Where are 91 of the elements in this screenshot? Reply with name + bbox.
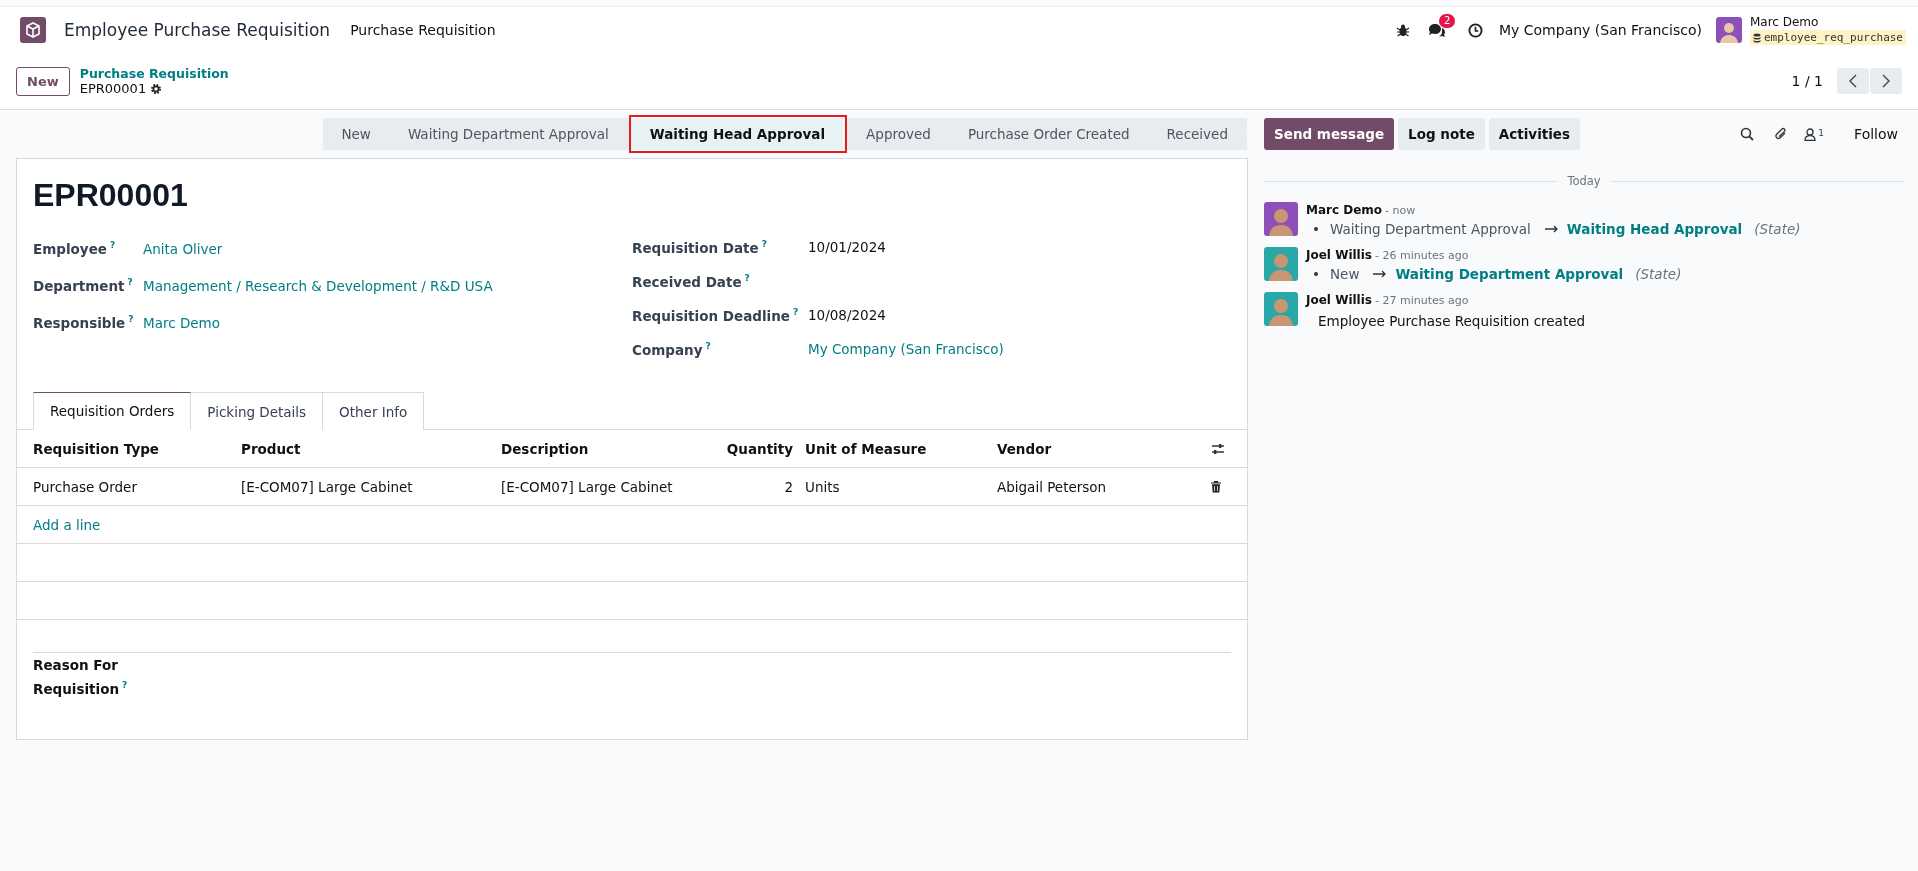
- app-name[interactable]: Employee Purchase Requisition: [64, 20, 331, 40]
- tracked-field: (State): [1754, 221, 1801, 237]
- record-title: EPR00001: [33, 177, 189, 214]
- tracked-field: (State): [1635, 266, 1682, 282]
- gear-icon[interactable]: [150, 82, 163, 95]
- pager-value: 1 / 1: [1791, 73, 1823, 89]
- right-arrow-icon: [1373, 270, 1388, 278]
- field-label: Requisition Deadline: [632, 307, 790, 324]
- help-tooltip[interactable]: ?: [109, 240, 116, 251]
- new-value: Waiting Head Approval: [1566, 221, 1743, 237]
- chevron-right-icon: [1882, 74, 1890, 88]
- field-label: Received Date: [632, 273, 742, 290]
- column-header[interactable]: Unit of Measure: [799, 430, 991, 468]
- record-name: EPR00001: [79, 81, 147, 96]
- user-name[interactable]: Marc Demo: [1749, 15, 1906, 30]
- bullet-icon: [1314, 272, 1318, 276]
- field-label: Requisition Date: [632, 239, 759, 256]
- person-avatar-icon: [1264, 202, 1298, 236]
- trash-icon[interactable]: [1211, 480, 1221, 493]
- help-tooltip[interactable]: ?: [705, 340, 711, 351]
- column-header[interactable]: Quantity: [707, 430, 799, 468]
- status-stage[interactable]: Waiting Head Approval: [631, 118, 845, 150]
- table-cell: [E-COM07] Large Cabinet: [495, 467, 707, 506]
- database-icon: [1752, 32, 1761, 43]
- chatter-button[interactable]: Activities: [1488, 118, 1581, 150]
- help-tooltip[interactable]: ?: [127, 277, 133, 288]
- add-line-link[interactable]: Add a line: [33, 516, 101, 533]
- field-value[interactable]: Marc Demo: [143, 314, 220, 331]
- field-value: 10/01/2024: [808, 239, 886, 255]
- message-author[interactable]: Marc Demo: [1306, 203, 1383, 217]
- message-body: Employee Purchase Requisition created: [1318, 313, 1586, 329]
- chatter-button[interactable]: Send message: [1264, 118, 1395, 150]
- message-author[interactable]: Joel Willis: [1306, 248, 1372, 262]
- chat-bubbles-icon[interactable]: [1427, 22, 1446, 38]
- table-cell: [E-COM07] Large Cabinet: [235, 467, 495, 506]
- field-label: Employee: [33, 240, 107, 257]
- chevron-left-icon: [1849, 74, 1857, 88]
- database-name: employee_req_purchase: [1763, 30, 1903, 45]
- help-tooltip[interactable]: ?: [744, 272, 750, 283]
- chatter-button[interactable]: Log note: [1398, 118, 1485, 150]
- help-tooltip[interactable]: ?: [122, 680, 128, 690]
- field-label: Company: [632, 341, 703, 358]
- message-author[interactable]: Joel Willis: [1306, 293, 1372, 307]
- new-button[interactable]: New: [16, 66, 70, 96]
- bullet-icon: [1314, 227, 1318, 231]
- message-time: - 26 minutes ago: [1375, 249, 1469, 262]
- field-value[interactable]: My Company (San Francisco): [808, 341, 1004, 357]
- follower-count: 1: [1818, 127, 1825, 138]
- column-header[interactable]: Product: [235, 430, 495, 468]
- paperclip-icon[interactable]: [1774, 127, 1789, 141]
- column-header[interactable]: Requisition Type: [17, 430, 235, 468]
- right-arrow-icon: [1544, 225, 1559, 233]
- date-separator: Today: [1567, 174, 1601, 188]
- table-cell: Abigail Peterson: [991, 467, 1205, 506]
- tab[interactable]: Requisition Orders: [33, 392, 192, 430]
- message-time: - now: [1385, 204, 1416, 217]
- breadcrumb-link[interactable]: Purchase Requisition: [79, 66, 229, 81]
- search-icon[interactable]: [1740, 127, 1755, 141]
- old-value: Waiting Department Approval: [1330, 221, 1531, 237]
- field-label: Department: [33, 277, 125, 294]
- table-cell: Purchase Order: [17, 467, 235, 506]
- column-options-icon[interactable]: [1211, 442, 1225, 455]
- tab[interactable]: Picking Details: [190, 392, 324, 430]
- notification-badge: 2: [1438, 13, 1456, 28]
- help-tooltip[interactable]: ?: [761, 238, 767, 249]
- column-header[interactable]: Vendor: [991, 430, 1205, 468]
- follow-button[interactable]: Follow: [1848, 125, 1904, 143]
- followers-button[interactable]: 1: [1804, 127, 1825, 141]
- field-value[interactable]: Anita Oliver: [143, 240, 223, 257]
- clock-icon[interactable]: [1467, 22, 1483, 38]
- field-value[interactable]: Management / Research & Development / R&D USA: [143, 277, 493, 294]
- table-cell: 2: [707, 467, 799, 506]
- app-box-icon[interactable]: [20, 17, 46, 43]
- field-label: Responsible: [33, 314, 126, 331]
- new-value: Waiting Department Approval: [1395, 266, 1624, 282]
- person-avatar-icon: [1264, 247, 1298, 281]
- help-tooltip[interactable]: ?: [128, 314, 134, 325]
- help-tooltip[interactable]: ?: [792, 306, 799, 317]
- person-avatar-icon: [1264, 292, 1298, 326]
- tab[interactable]: Other Info: [322, 392, 425, 430]
- company-switcher[interactable]: My Company (San Francisco): [1498, 22, 1702, 38]
- message-time: - 27 minutes ago: [1375, 294, 1469, 307]
- column-header[interactable]: Description: [495, 430, 707, 468]
- bug-icon[interactable]: [1395, 23, 1410, 37]
- old-value: New: [1330, 266, 1360, 282]
- person-icon: [1804, 127, 1817, 141]
- menu-item[interactable]: Purchase Requisition: [350, 22, 496, 38]
- field-label: Reason For Requisition: [33, 657, 120, 697]
- field-value: 10/08/2024: [808, 307, 886, 323]
- table-cell: Units: [799, 467, 991, 506]
- user-avatar-icon[interactable]: [1715, 17, 1742, 43]
